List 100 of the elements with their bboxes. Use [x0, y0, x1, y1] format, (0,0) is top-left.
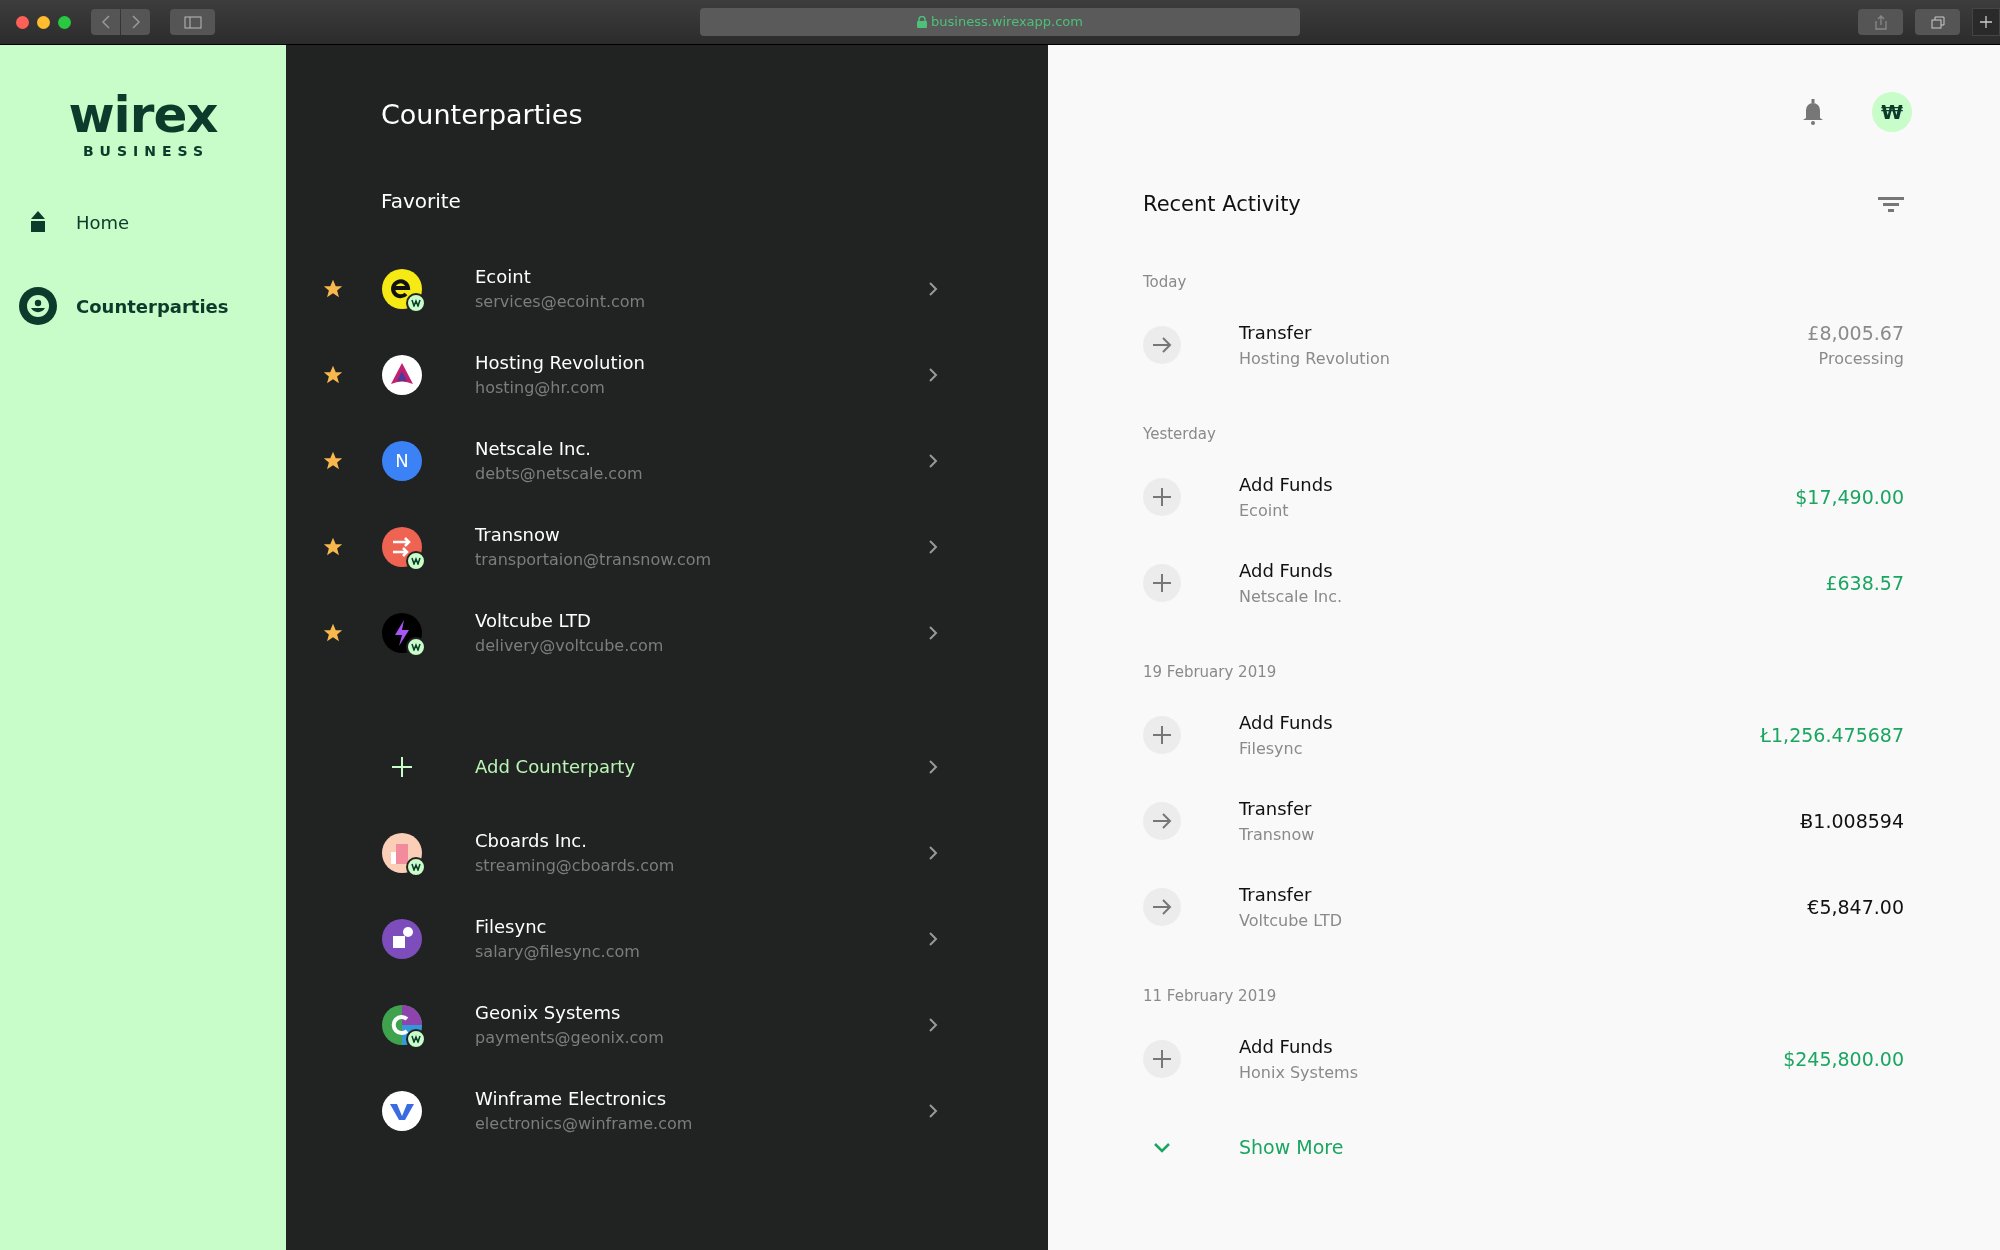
activity-counterparty: Ecoint [1239, 499, 1290, 522]
chevron-right-icon [928, 758, 938, 775]
date-heading: 19 February 2019 [1143, 661, 1278, 682]
activity-amount: €5,847.00 [1807, 894, 1904, 920]
counterparty-row[interactable]: Ecoint services@ecoint.com [286, 245, 938, 332]
add-funds-icon [1143, 563, 1181, 602]
counterparty-row[interactable]: Transnow transportaion@transnow.com [286, 503, 938, 590]
counterparty-row[interactable]: Hosting Revolution hosting@hr.com [286, 331, 938, 418]
new-tab-button[interactable] [1972, 8, 2000, 36]
plus-icon [1979, 15, 1993, 29]
activity-title: Transfer [1239, 796, 1313, 821]
activity-amount: £8,005.67 [1807, 320, 1904, 346]
counterparty-email: debts@netscale.com [475, 462, 644, 485]
url-text: business.wirexapp.com [931, 13, 1083, 32]
chevron-right-icon [928, 538, 938, 555]
transfer-icon [1143, 325, 1181, 364]
chevron-right-icon [928, 930, 938, 947]
date-heading: 11 February 2019 [1143, 985, 1278, 1006]
activity-counterparty: Honix Systems [1239, 1061, 1359, 1084]
activity-title: Add Funds [1239, 710, 1334, 735]
chevron-right-icon [928, 366, 938, 383]
counterparty-name: Hosting Revolution [475, 350, 646, 375]
counterparty-row[interactable]: Cboards Inc. streaming@cboards.com [286, 809, 938, 896]
activity-amount: $17,490.00 [1795, 484, 1904, 510]
activity-title: Add Funds [1239, 558, 1334, 583]
date-heading: Yesterday [1143, 423, 1217, 444]
chevron-right-icon [928, 280, 938, 297]
user-avatar[interactable]: ₩ [1872, 92, 1912, 132]
counterparty-row[interactable]: Geonix Systems payments@geonix.com [286, 981, 938, 1068]
counterparty-name: Transnow [475, 522, 561, 547]
counterparty-email: electronics@winframe.com [475, 1112, 694, 1135]
activity-row[interactable]: Transfer Transnow Ƀ1.008594 [1143, 777, 1904, 864]
counterparty-row[interactable]: N Netscale Inc. debts@netscale.com [286, 417, 938, 504]
tabs-overview-button[interactable] [1915, 9, 1960, 35]
counterparty-email: hosting@hr.com [475, 376, 606, 399]
chevron-right-icon [928, 844, 938, 861]
chevron-right-icon [928, 452, 938, 469]
transfer-icon [1143, 887, 1181, 926]
date-heading: Today [1143, 271, 1188, 292]
counterparty-row[interactable]: Winframe Electronics electronics@winframe.com [286, 1067, 938, 1154]
sidebar-toggle-button[interactable] [170, 9, 215, 35]
activity-counterparty: Voltcube LTD [1239, 909, 1344, 932]
activity-row[interactable]: Transfer Hosting Revolution £8,005.67 Processing [1143, 301, 1904, 388]
activity-amount: £638.57 [1825, 570, 1904, 596]
add-counterparty-link[interactable]: Add Counterparty [475, 753, 928, 780]
counterparty-email: delivery@voltcube.com [475, 634, 665, 657]
transfer-icon [1143, 801, 1181, 840]
add-funds-icon [1143, 715, 1181, 754]
counterparty-name: Filesync [475, 914, 548, 939]
counterparty-name: Geonix Systems [475, 1000, 622, 1025]
activity-row[interactable]: Add Funds Filesync Ł1,256.475687 [1143, 691, 1904, 778]
counterparty-email: salary@filesync.com [475, 940, 641, 963]
close-window-button[interactable] [16, 15, 29, 29]
activity-counterparty: Netscale Inc. [1239, 585, 1344, 608]
chevron-right-icon [130, 15, 141, 29]
filter-icon[interactable] [1878, 195, 1904, 214]
share-icon [1874, 14, 1887, 30]
minimize-window-button[interactable] [37, 15, 50, 29]
home-icon [30, 211, 46, 233]
sidebar-icon [183, 15, 202, 29]
nav-item[interactable]: Counterparties [0, 286, 286, 326]
counterparty-email: services@ecoint.com [475, 290, 647, 313]
add-funds-icon [1143, 1039, 1181, 1078]
section-heading: Favorite [381, 187, 462, 215]
activity-status: Processing [1818, 347, 1904, 370]
counterparty-email: payments@geonix.com [475, 1026, 665, 1049]
activity-counterparty: Transnow [1239, 823, 1316, 846]
counterparty-name: Ecoint [475, 264, 532, 289]
counterparty-name: Voltcube LTD [475, 608, 592, 633]
counterparty-name: Cboards Inc. [475, 828, 588, 853]
logo-wordmark: wirex [68, 93, 218, 137]
counterparty-row[interactable]: Voltcube LTD delivery@voltcube.com [286, 589, 938, 676]
tabs-icon [1930, 15, 1945, 29]
counterparty-email: transportaion@transnow.com [475, 548, 713, 571]
activity-row[interactable]: Transfer Voltcube LTD €5,847.00 [1143, 863, 1904, 950]
counterparty-name: Winframe Electronics [475, 1086, 667, 1111]
chevron-right-icon [928, 1102, 938, 1119]
logo-subtitle: BUSINESS [81, 142, 210, 161]
chevron-right-icon [928, 624, 938, 641]
notification-bell-icon[interactable] [1802, 99, 1824, 125]
person-icon [19, 287, 57, 325]
company-logo: N [381, 439, 423, 482]
activity-amount: Ƀ1.008594 [1800, 808, 1904, 834]
activity-counterparty: Hosting Revolution [1239, 347, 1391, 370]
activity-title: Add Funds [1239, 1034, 1334, 1059]
lock-icon [917, 16, 928, 28]
chevron-left-icon [100, 15, 111, 29]
add-funds-icon [1143, 477, 1181, 516]
nav-item[interactable]: Home [0, 202, 286, 242]
activity-amount: $245,800.00 [1783, 1046, 1904, 1072]
activity-row[interactable]: Add Funds Ecoint $17,490.00 [1143, 453, 1904, 540]
page-title: Counterparties [381, 98, 584, 132]
counterparty-email: streaming@cboards.com [475, 854, 676, 877]
maximize-window-button[interactable] [58, 15, 71, 29]
section-title: Recent Activity [1143, 191, 1301, 218]
chevron-right-icon [928, 1016, 938, 1033]
activity-row[interactable]: Add Funds Netscale Inc. £638.57 [1143, 539, 1904, 626]
activity-row[interactable]: Add Funds Honix Systems $245,800.00 [1143, 1015, 1904, 1102]
counterparty-row[interactable]: Filesync salary@filesync.com [286, 895, 938, 982]
activity-amount: Ł1,256.475687 [1760, 722, 1904, 748]
